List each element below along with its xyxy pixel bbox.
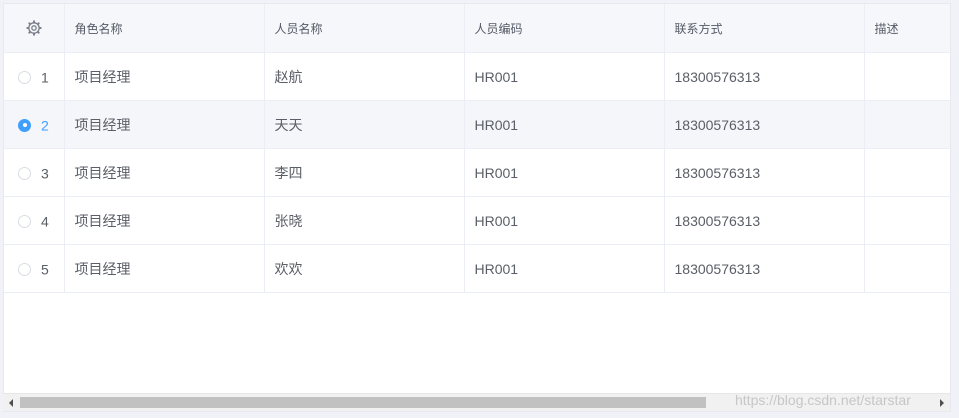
code-cell: HR001 — [464, 196, 665, 245]
table-row[interactable]: 1 项目经理 赵航 HR001 18300576313 — [4, 52, 950, 101]
row-index: 3 — [41, 165, 49, 182]
description-cell — [864, 244, 950, 293]
description-cell — [864, 100, 950, 149]
row-select-cell[interactable]: 1 — [4, 52, 65, 101]
description-cell — [864, 52, 950, 101]
row-index: 1 — [41, 69, 49, 86]
code-cell: HR001 — [464, 100, 665, 149]
contact-cell: 18300576313 — [664, 244, 865, 293]
role-cell: 项目经理 — [64, 100, 265, 149]
table-row[interactable]: 3 项目经理 李四 HR001 18300576313 — [4, 148, 950, 197]
description-cell — [864, 196, 950, 245]
column-header-role[interactable]: 角色名称 — [64, 4, 265, 53]
name-cell: 天天 — [264, 100, 465, 149]
name-cell: 赵航 — [264, 52, 465, 101]
scrollbar-thumb[interactable] — [20, 397, 706, 408]
code-cell: HR001 — [464, 148, 665, 197]
row-select-cell[interactable]: 2 — [4, 100, 65, 149]
gear-icon[interactable] — [26, 20, 42, 36]
name-cell: 张晓 — [264, 196, 465, 245]
data-table: 角色名称 人员名称 人员编码 联系方式 描述 1 项目经理 赵航 HR001 1… — [4, 4, 950, 293]
watermark-text: https://blog.csdn.net/starstar — [735, 392, 911, 408]
description-cell — [864, 148, 950, 197]
role-cell: 项目经理 — [64, 196, 265, 245]
column-header-name[interactable]: 人员名称 — [264, 4, 465, 53]
role-cell: 项目经理 — [64, 244, 265, 293]
role-cell: 项目经理 — [64, 148, 265, 197]
row-select-cell[interactable]: 3 — [4, 148, 65, 197]
contact-cell: 18300576313 — [664, 148, 865, 197]
row-radio[interactable] — [18, 118, 31, 132]
row-radio[interactable] — [18, 166, 31, 180]
column-settings-header[interactable] — [4, 4, 65, 53]
scroll-right-button[interactable] — [934, 394, 950, 411]
table-row[interactable]: 2 项目经理 天天 HR001 18300576313 — [4, 100, 950, 149]
table-header: 角色名称 人员名称 人员编码 联系方式 描述 — [4, 4, 950, 53]
row-radio[interactable] — [18, 262, 31, 276]
name-cell: 李四 — [264, 148, 465, 197]
contact-cell: 18300576313 — [664, 100, 865, 149]
row-radio[interactable] — [18, 70, 31, 84]
data-table-container: 角色名称 人员名称 人员编码 联系方式 描述 1 项目经理 赵航 HR001 1… — [3, 3, 951, 412]
code-cell: HR001 — [464, 52, 665, 101]
arrow-right-icon — [940, 398, 944, 407]
row-index: 4 — [41, 213, 49, 230]
code-cell: HR001 — [464, 244, 665, 293]
table-row[interactable]: 4 项目经理 张晓 HR001 18300576313 — [4, 196, 950, 245]
row-index: 5 — [41, 261, 49, 278]
table-body: 1 项目经理 赵航 HR001 18300576313 2 项目经理 天天 HR… — [4, 52, 950, 293]
table-row[interactable]: 5 项目经理 欢欢 HR001 18300576313 — [4, 244, 950, 293]
scroll-left-button[interactable] — [3, 394, 19, 411]
column-header-code[interactable]: 人员编码 — [464, 4, 665, 53]
column-header-contact[interactable]: 联系方式 — [664, 4, 865, 53]
name-cell: 欢欢 — [264, 244, 465, 293]
row-select-cell[interactable]: 4 — [4, 196, 65, 245]
column-header-description[interactable]: 描述 — [864, 4, 950, 53]
role-cell: 项目经理 — [64, 52, 265, 101]
contact-cell: 18300576313 — [664, 52, 865, 101]
row-index: 2 — [41, 117, 49, 134]
row-select-cell[interactable]: 5 — [4, 244, 65, 293]
contact-cell: 18300576313 — [664, 196, 865, 245]
row-radio[interactable] — [18, 214, 31, 228]
arrow-left-icon — [9, 398, 13, 407]
